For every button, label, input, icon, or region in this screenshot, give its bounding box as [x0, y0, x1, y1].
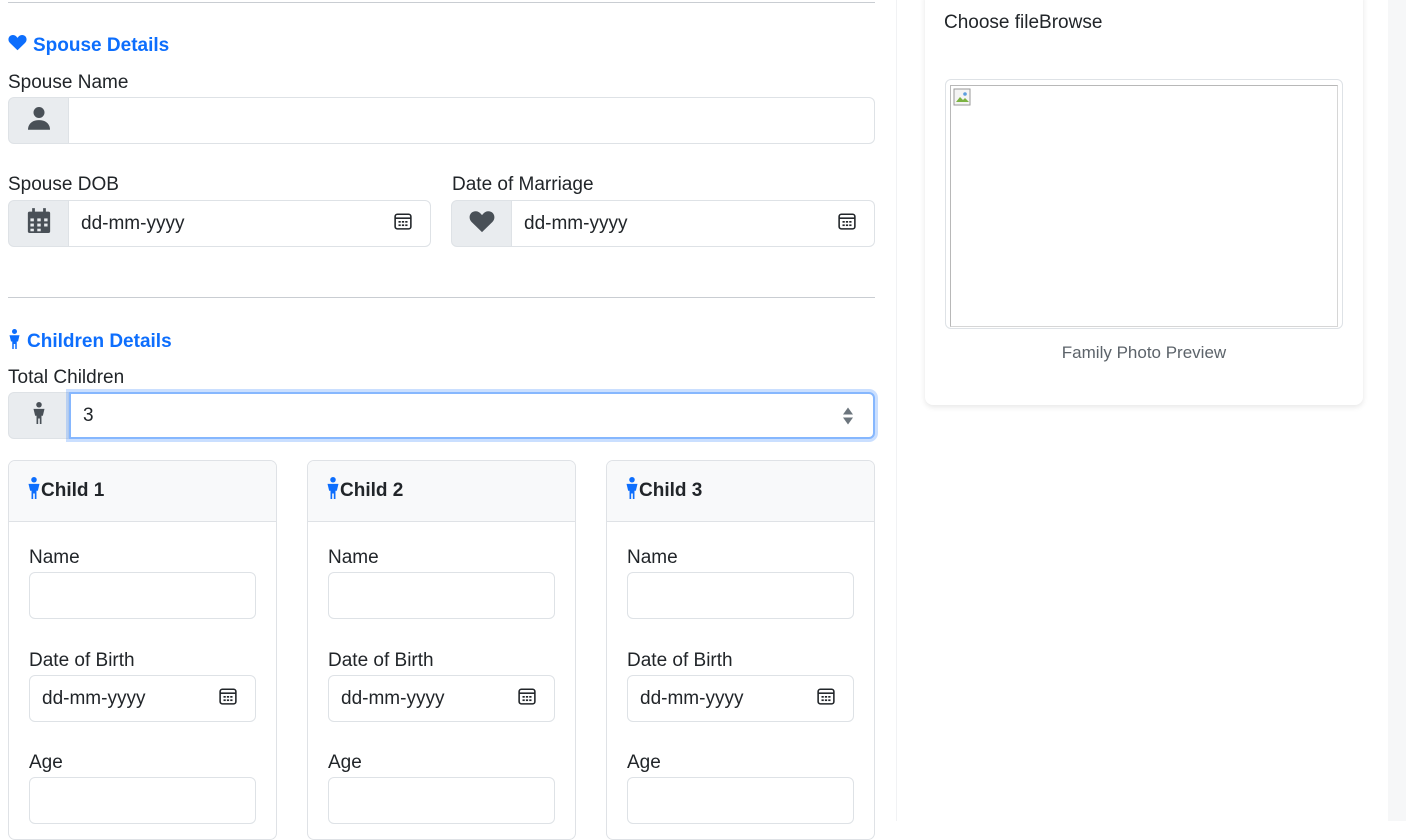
photo-preview-caption: Family Photo Preview — [1061, 343, 1227, 362]
child-dob-input[interactable]: dd-mm-yyyy — [627, 675, 854, 722]
marriage-date-label: Date of Marriage — [452, 174, 594, 195]
heart-icon — [8, 34, 27, 57]
child-name-label: Name — [328, 547, 379, 568]
child-age-label: Age — [328, 752, 362, 773]
child-icon — [8, 329, 21, 355]
child-card-2: Child 2 Name Date of Birth dd-mm-yyyy Ag… — [307, 460, 576, 840]
number-spinner[interactable] — [843, 407, 853, 424]
spouse-name-group — [8, 97, 875, 144]
photo-preview-image — [950, 85, 1338, 327]
total-children-group: 3 — [8, 392, 875, 439]
marriage-date-input[interactable]: dd-mm-yyyy — [512, 200, 875, 247]
child-card-header: Child 1 — [9, 461, 276, 522]
total-children-input[interactable]: 3 — [69, 392, 875, 439]
child-icon — [32, 402, 46, 429]
total-children-value: 3 — [83, 404, 94, 426]
spouse-dob-label: Spouse DOB — [8, 174, 119, 195]
child-age-input[interactable] — [328, 777, 555, 824]
child-age-label: Age — [627, 752, 661, 773]
child-dob-label: Date of Birth — [627, 650, 733, 671]
child-dob-input[interactable]: dd-mm-yyyy — [29, 675, 256, 722]
child-age-input[interactable] — [29, 777, 256, 824]
calendar-icon — [27, 208, 51, 239]
child-icon — [27, 477, 41, 505]
calendar-addon — [8, 200, 69, 247]
spouse-dob-group: dd-mm-yyyy — [8, 200, 431, 247]
spouse-name-label: Spouse Name — [8, 72, 129, 93]
calendar-icon[interactable] — [518, 687, 536, 711]
child-addon — [8, 392, 69, 439]
child-age-input[interactable] — [627, 777, 854, 824]
person-icon — [27, 106, 50, 135]
child-card-3: Child 3 Name Date of Birth dd-mm-yyyy Ag… — [606, 460, 875, 840]
column-divider — [896, 0, 897, 821]
calendar-icon[interactable] — [817, 687, 835, 711]
spouse-dob-value: dd-mm-yyyy — [81, 212, 185, 234]
child-name-input[interactable] — [328, 572, 555, 619]
heart-icon — [469, 210, 495, 238]
calendar-icon[interactable] — [838, 212, 856, 236]
spouse-name-input[interactable] — [69, 97, 875, 144]
child-card-title: Child 2 — [340, 480, 404, 501]
section-divider — [8, 2, 875, 3]
child-name-label: Name — [29, 547, 80, 568]
child-name-input[interactable] — [627, 572, 854, 619]
child-card-1: Child 1 Name Date of Birth dd-mm-yyyy Ag… — [8, 460, 277, 840]
child-card-title: Child 1 — [41, 480, 105, 501]
child-dob-value: dd-mm-yyyy — [341, 687, 445, 709]
child-dob-value: dd-mm-yyyy — [640, 687, 744, 709]
child-name-input[interactable] — [29, 572, 256, 619]
children-section-label: Children Details — [27, 331, 172, 352]
children-section-title: Children Details — [8, 329, 172, 355]
child-name-label: Name — [627, 547, 678, 568]
heart-addon — [451, 200, 512, 247]
marriage-date-value: dd-mm-yyyy — [524, 212, 628, 234]
spouse-section-title: Spouse Details — [8, 34, 169, 57]
child-card-title: Child 3 — [639, 480, 703, 501]
child-icon — [625, 477, 639, 505]
child-dob-label: Date of Birth — [328, 650, 434, 671]
total-children-label: Total Children — [8, 367, 125, 388]
child-dob-input[interactable]: dd-mm-yyyy — [328, 675, 555, 722]
child-dob-value: dd-mm-yyyy — [42, 687, 146, 709]
calendar-icon[interactable] — [394, 212, 412, 236]
broken-image-icon — [953, 88, 973, 113]
child-icon — [326, 477, 340, 505]
child-card-header: Child 2 — [308, 461, 575, 522]
person-addon — [8, 97, 69, 144]
file-input[interactable]: Choose fileBrowse — [944, 12, 1102, 34]
spouse-section-label: Spouse Details — [33, 34, 170, 56]
marriage-date-group: dd-mm-yyyy — [451, 200, 875, 247]
child-age-label: Age — [29, 752, 63, 773]
spouse-dob-input[interactable]: dd-mm-yyyy — [69, 200, 431, 247]
scrollbar-track[interactable] — [1388, 0, 1406, 821]
calendar-icon[interactable] — [219, 687, 237, 711]
child-card-header: Child 3 — [607, 461, 874, 522]
child-dob-label: Date of Birth — [29, 650, 135, 671]
section-divider — [8, 297, 875, 298]
